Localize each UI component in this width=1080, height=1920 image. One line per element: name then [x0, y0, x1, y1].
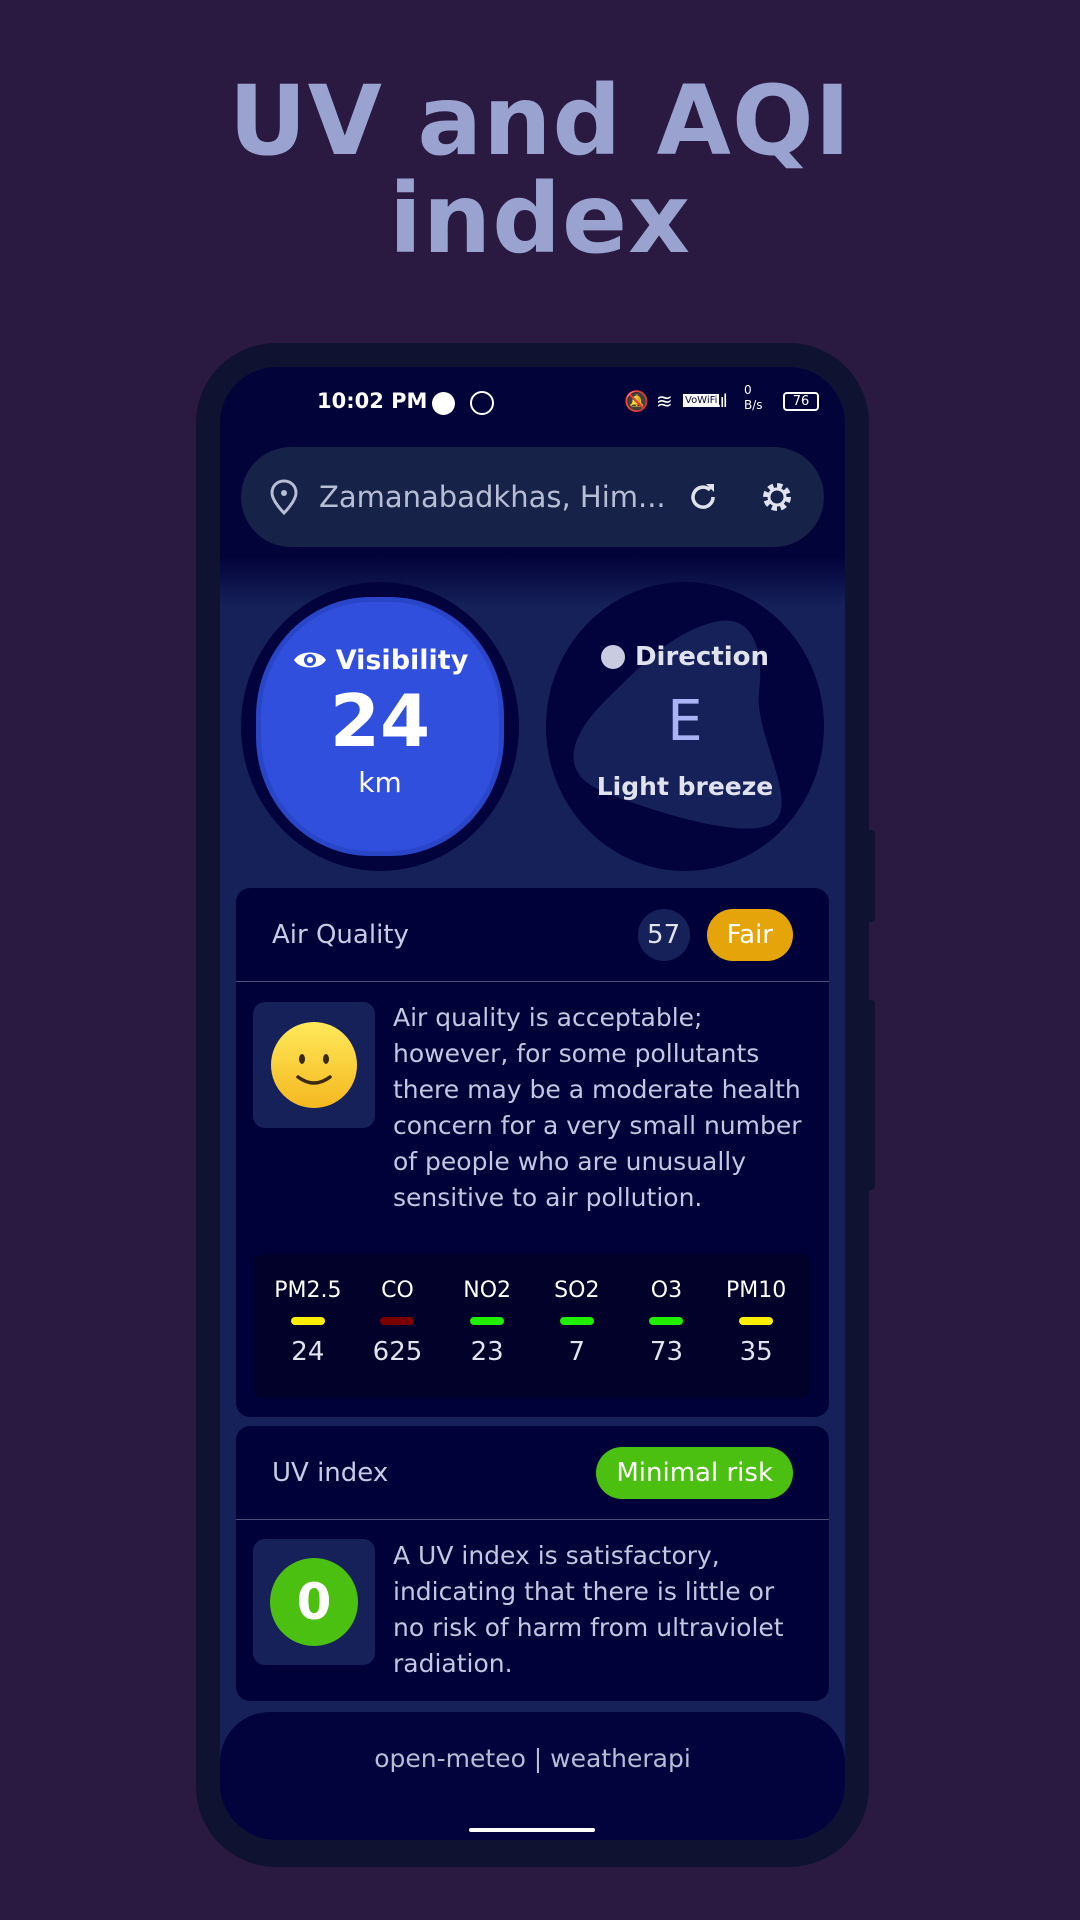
pollutant-level-bar	[470, 1317, 505, 1325]
phone-screen: 10:02 PM 🔕 ≋ VoWiFi .ıl 0 B/s 76 Zamanab…	[220, 367, 845, 1840]
pollutant-item: SO2 7	[537, 1278, 617, 1398]
settings-gear-icon[interactable]	[758, 478, 796, 516]
direction-content: Direction E Light breeze	[546, 582, 824, 871]
aqi-index-badge: 57	[637, 908, 690, 961]
pollutant-item: O3 73	[626, 1278, 706, 1398]
pollutant-level-bar	[290, 1317, 325, 1325]
uv-risk-badge: Minimal risk	[596, 1446, 793, 1499]
uv-index-title: UV index	[272, 1457, 389, 1488]
network-speed-unit: B/s	[744, 398, 763, 412]
wifi-icon: ≋	[656, 389, 673, 413]
smiley-face-icon	[271, 1022, 357, 1108]
pollutant-name: CO	[381, 1278, 414, 1303]
visibility-card: Visibility 24 km	[241, 582, 519, 871]
pollutant-item: CO 625	[357, 1278, 437, 1398]
aqi-emoji-box	[253, 1002, 375, 1128]
pollutant-name: PM10	[725, 1278, 787, 1303]
pollutant-value: 24	[291, 1337, 325, 1367]
location-search-bar[interactable]: Zamanabadkhas, Him...	[241, 447, 824, 547]
spotify-icon	[432, 392, 455, 415]
visibility-blob: Visibility 24 km	[261, 602, 499, 851]
uv-value: 0	[270, 1558, 358, 1646]
uv-value-box: 0	[253, 1539, 375, 1665]
network-speed-value: 0	[744, 383, 752, 397]
visibility-value: 24	[329, 678, 431, 763]
headline-line2: index	[389, 163, 691, 275]
uv-index-card: UV index Minimal risk 0 A UV index is sa…	[236, 1426, 829, 1701]
battery-icon: 76	[783, 392, 819, 411]
whatsapp-icon	[470, 391, 494, 415]
pollutant-name: PM2.5	[274, 1278, 342, 1303]
signal-icon: .ıl	[716, 391, 728, 412]
pollutant-value: 73	[649, 1337, 683, 1367]
pollutant-value: 23	[470, 1337, 504, 1367]
footer: open-meteo | weatherapi	[220, 1712, 845, 1840]
phone-side-button	[869, 1000, 875, 1190]
headline: UV and AQI index	[0, 72, 1080, 268]
refresh-icon[interactable]	[686, 480, 720, 514]
aqi-level-badge: Fair	[706, 908, 793, 961]
pollutant-value: 7	[568, 1337, 586, 1367]
status-time: 10:02 PM	[317, 389, 428, 413]
location-text[interactable]: Zamanabadkhas, Him...	[319, 480, 686, 514]
air-quality-description: Air quality is acceptable; however, for …	[393, 1003, 802, 1212]
eye-icon	[293, 652, 326, 668]
visibility-label: Visibility	[335, 644, 469, 676]
pollutant-level-bar	[380, 1317, 415, 1325]
location-pin-icon	[270, 479, 298, 515]
pollutant-name: NO2	[463, 1278, 512, 1303]
compass-icon	[600, 645, 625, 669]
pollutant-value: 625	[372, 1337, 423, 1367]
data-source-text: open-meteo | weatherapi	[374, 1744, 691, 1773]
pollutant-item: PM2.5 24	[268, 1278, 348, 1398]
vowifi-badge: VoWiFi	[683, 394, 720, 407]
pollutant-level-bar	[559, 1317, 594, 1325]
direction-description: Light breeze	[596, 772, 774, 801]
wind-direction-card: Direction E Light breeze	[546, 582, 824, 871]
direction-value: E	[667, 689, 703, 754]
pollutant-name: O3	[650, 1278, 683, 1303]
pollutant-item: NO2 23	[447, 1278, 527, 1398]
visibility-header: Visibility	[292, 644, 469, 676]
uv-index-header: UV index Minimal risk	[236, 1426, 829, 1520]
direction-label: Direction	[634, 642, 770, 672]
home-indicator[interactable]	[469, 1828, 595, 1832]
status-bar: 10:02 PM 🔕 ≋ VoWiFi .ıl 0 B/s 76	[220, 383, 845, 419]
air-quality-header: Air Quality 57 Fair	[236, 888, 829, 982]
air-quality-title: Air Quality	[272, 919, 409, 950]
pollutant-name: SO2	[554, 1278, 600, 1303]
pollutant-list: PM2.5 24 CO 625 NO2 23 SO2 7 O3 73 PM10 35	[253, 1254, 811, 1398]
visibility-unit: km	[358, 765, 402, 799]
air-quality-card: Air Quality 57 Fair Air quality is accep…	[236, 888, 829, 1417]
pollutant-value: 35	[739, 1337, 773, 1367]
bell-muted-icon: 🔕	[624, 389, 649, 413]
phone-side-button	[869, 830, 875, 922]
pollutant-level-bar	[649, 1317, 684, 1325]
uv-description: A UV index is satisfactory, indicating t…	[393, 1541, 784, 1678]
pollutant-level-bar	[739, 1317, 774, 1325]
pollutant-item: PM10 35	[716, 1278, 796, 1398]
headline-line1: UV and AQI	[228, 65, 852, 177]
direction-header: Direction	[600, 642, 770, 672]
